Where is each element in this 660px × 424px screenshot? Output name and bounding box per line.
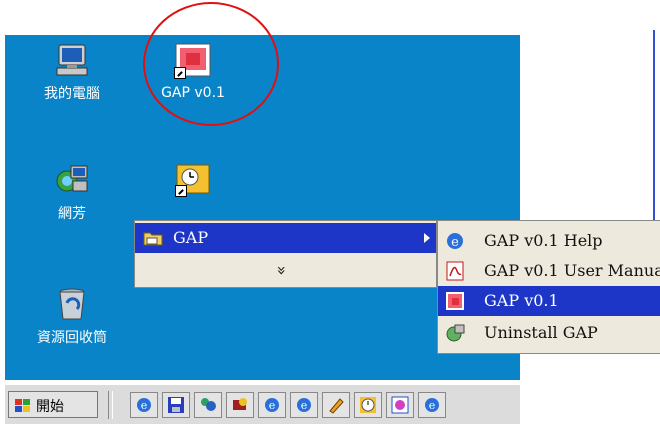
submenu-arrow-icon <box>424 233 430 243</box>
annotation-circle <box>143 2 279 126</box>
menu-item-uninstall-gap[interactable]: Uninstall GAP <box>438 318 660 348</box>
clock-icon <box>360 397 376 413</box>
ie-icon: e <box>425 398 439 412</box>
desktop-icon-label: 資源回收筒 <box>37 330 107 346</box>
pdf-icon <box>446 261 464 281</box>
svg-text:e: e <box>269 399 276 412</box>
recycle-bin-icon <box>59 288 85 320</box>
quicklaunch-tool-button[interactable] <box>226 392 254 418</box>
svg-text:e: e <box>141 399 148 412</box>
svg-text:e: e <box>301 399 308 412</box>
ie-icon: e <box>265 398 279 412</box>
uninstall-icon <box>446 324 465 342</box>
computer-icon <box>56 44 88 76</box>
quicklaunch-clock-button[interactable] <box>354 392 382 418</box>
floppy-disk-icon <box>168 397 184 413</box>
menu-item-label: GAP v0.1 <box>484 291 559 310</box>
quicklaunch-app-button[interactable] <box>386 392 414 418</box>
shortcut-arrow-icon <box>175 185 187 197</box>
taskbar-separator <box>108 391 113 419</box>
menu-item-gap-help[interactable]: e GAP v0.1 Help <box>438 226 660 256</box>
menu-item-label: GAP v0.1 Help <box>484 231 603 250</box>
quicklaunch-ie-button[interactable]: e <box>130 392 158 418</box>
expand-menu-chevron-icon[interactable]: » <box>272 266 291 276</box>
taskbar: 開始 e e e e <box>5 384 520 424</box>
desktop-icon-my-computer[interactable]: 我的電腦 <box>17 43 127 103</box>
ie-icon: e <box>137 398 151 412</box>
menu-item-label: GAP <box>173 228 209 247</box>
desktop-icon-network[interactable]: 網芳 <box>17 163 127 223</box>
desktop-icon-recycle-bin[interactable]: 資源回收筒 <box>17 287 127 347</box>
ie-help-icon: e <box>447 233 463 250</box>
app-window-icon <box>391 396 409 414</box>
pencil-icon <box>329 398 344 414</box>
program-folder-icon <box>143 232 163 246</box>
quicklaunch-save-button[interactable] <box>162 392 190 418</box>
start-button[interactable]: 開始 <box>8 391 98 418</box>
gap-app-icon <box>446 292 464 310</box>
quicklaunch-ie-button-2[interactable]: e <box>258 392 286 418</box>
svg-text:e: e <box>429 399 436 412</box>
people-icon <box>201 398 216 411</box>
menu-item-gap-user-manual[interactable]: GAP v0.1 User Manual <box>438 256 660 286</box>
windows-flag-icon <box>15 399 30 412</box>
quicklaunch-ie-button-4[interactable]: e <box>418 392 446 418</box>
quicklaunch-ie-button-3[interactable]: e <box>290 392 318 418</box>
svg-text:e: e <box>451 235 459 250</box>
ie-icon: e <box>297 398 311 412</box>
desktop-icon-label: 我的電腦 <box>44 86 100 102</box>
gap-submenu[interactable]: e GAP v0.1 Help GAP v0.1 User Manual GAP… <box>437 220 660 354</box>
menu-item-label: GAP v0.1 User Manual <box>484 261 660 280</box>
desktop-icon-outlook[interactable] <box>138 163 248 197</box>
quicklaunch-people-button[interactable] <box>194 392 222 418</box>
menu-item-gap-app[interactable]: GAP v0.1 <box>438 286 660 316</box>
tool-icon <box>233 398 247 410</box>
programs-menu[interactable]: GAP » <box>134 220 437 288</box>
quicklaunch-edit-button[interactable] <box>322 392 350 418</box>
desktop-icon-label: 網芳 <box>58 206 86 222</box>
menu-item-gap-folder[interactable]: GAP <box>135 223 436 253</box>
menu-item-label: Uninstall GAP <box>484 323 598 342</box>
network-icon <box>56 165 88 192</box>
start-label: 開始 <box>36 399 64 415</box>
